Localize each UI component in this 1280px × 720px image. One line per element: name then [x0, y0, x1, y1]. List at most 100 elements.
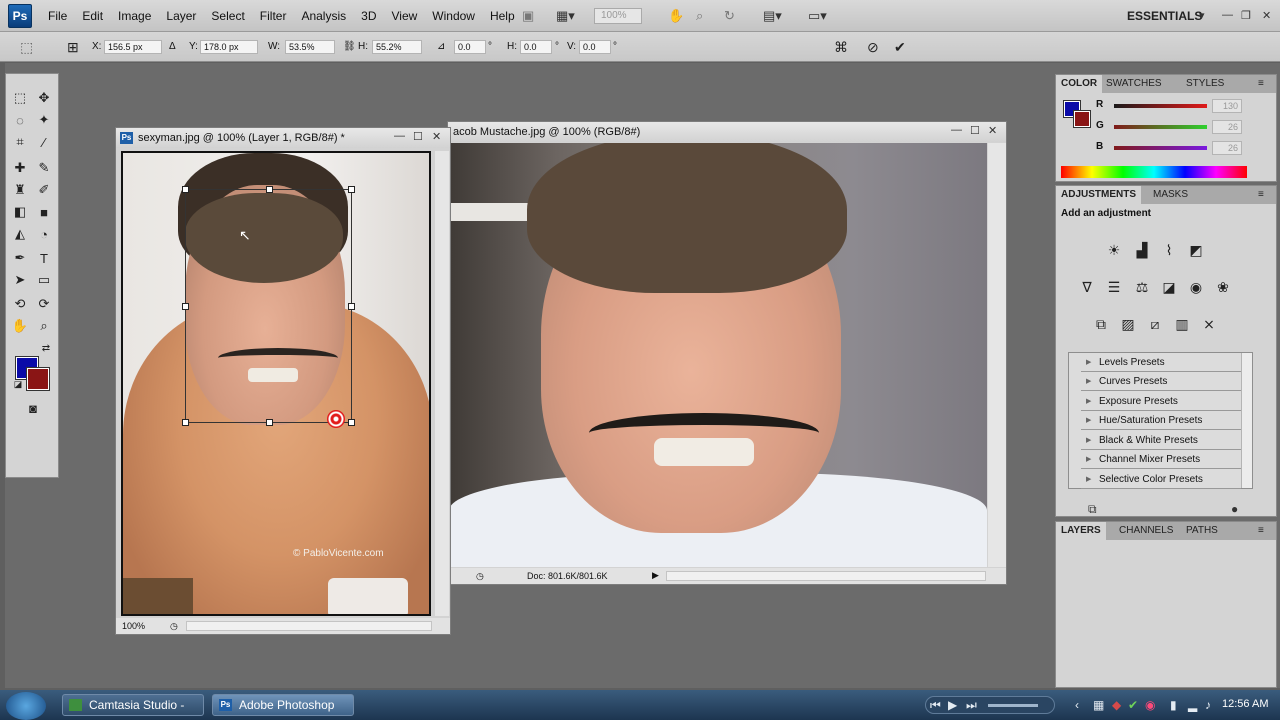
- menu-select[interactable]: Select: [211, 9, 244, 23]
- minimize-doc-button[interactable]: —: [951, 124, 962, 136]
- bridge-icon[interactable]: ▣: [522, 8, 534, 24]
- preset-hue-saturation[interactable]: Hue/Saturation Presets: [1081, 411, 1241, 430]
- menu-filter[interactable]: Filter: [260, 9, 287, 23]
- black-white-icon[interactable]: ◪: [1159, 277, 1179, 297]
- quick-mask-icon[interactable]: ◙: [23, 398, 43, 418]
- blur-tool-icon[interactable]: ◭: [10, 224, 30, 244]
- vibrance-icon[interactable]: ∇: [1077, 277, 1097, 297]
- transform-handle-bottom-right[interactable]: [348, 419, 355, 426]
- clip-to-layer-icon[interactable]: ⧉: [1088, 502, 1097, 517]
- transform-bounding-box[interactable]: [182, 186, 355, 426]
- show-hidden-icons-icon[interactable]: ‹: [1075, 698, 1079, 712]
- tab-swatches[interactable]: SWATCHES: [1101, 75, 1167, 93]
- commit-transform-icon[interactable]: ✔: [894, 39, 906, 56]
- presets-scrollbar[interactable]: [1241, 353, 1252, 488]
- blue-slider[interactable]: B 26: [1064, 141, 1274, 157]
- sexyman-photo[interactable]: © PabloVicente.com ↖: [121, 151, 431, 616]
- x-position-field[interactable]: 156.5 px: [104, 40, 162, 54]
- threshold-icon[interactable]: ⧄: [1145, 314, 1165, 334]
- panel-menu-icon[interactable]: ≡: [1253, 522, 1269, 540]
- vertical-scrollbar[interactable]: [988, 143, 1006, 567]
- volume-slider[interactable]: [988, 704, 1038, 707]
- arrange-documents-icon[interactable]: ▤▾: [763, 8, 782, 24]
- tab-paths[interactable]: PATHS: [1181, 522, 1223, 540]
- panel-menu-icon[interactable]: ≡: [1253, 186, 1269, 204]
- battery-tray-icon[interactable]: ▮: [1170, 698, 1177, 712]
- photo-filter-icon[interactable]: ◉: [1186, 277, 1206, 297]
- preset-selective-color[interactable]: Selective Color Presets: [1081, 470, 1241, 489]
- posterize-icon[interactable]: ▨: [1118, 314, 1138, 334]
- tool-preset-icon[interactable]: ⬚: [20, 39, 33, 56]
- hue-saturation-icon[interactable]: ☰: [1104, 277, 1124, 297]
- transform-handle-left[interactable]: [182, 303, 189, 310]
- 3d-orbit-tool-icon[interactable]: ⟳: [34, 294, 54, 314]
- brush-tool-icon[interactable]: ✎: [34, 158, 54, 178]
- menu-image[interactable]: Image: [118, 9, 151, 23]
- close-doc-button[interactable]: ✕: [988, 124, 997, 137]
- exposure-icon[interactable]: ◩: [1186, 240, 1206, 260]
- document-window-mustache[interactable]: acob Mustache.jpg @ 100% (RGB/8#) — ☐ ✕ …: [447, 121, 1007, 585]
- rotate-view-icon[interactable]: ↻: [724, 8, 735, 24]
- menu-window[interactable]: Window: [432, 9, 475, 23]
- eraser-tool-icon[interactable]: ◧: [10, 202, 30, 222]
- marquee-tool-icon[interactable]: ⬚: [10, 88, 30, 108]
- healing-brush-tool-icon[interactable]: ✚: [10, 158, 30, 178]
- green-value-field[interactable]: 26: [1212, 120, 1242, 134]
- swap-colors-icon[interactable]: ⇄: [36, 338, 56, 358]
- maximize-doc-button[interactable]: ☐: [970, 124, 980, 137]
- red-slider[interactable]: R 130: [1064, 99, 1274, 115]
- vertical-skew-field[interactable]: 0.0: [579, 40, 611, 54]
- preset-black-white[interactable]: Black & White Presets: [1081, 431, 1241, 450]
- preset-curves[interactable]: Curves Presets: [1081, 372, 1241, 391]
- gradient-tool-icon[interactable]: ■: [34, 202, 54, 222]
- height-field[interactable]: 55.2%: [372, 40, 422, 54]
- panel-menu-icon[interactable]: ≡: [1253, 75, 1269, 93]
- dodge-tool-icon[interactable]: ◔: [34, 224, 54, 244]
- signal-tray-icon[interactable]: ▂: [1188, 698, 1197, 712]
- minimize-doc-button[interactable]: —: [394, 130, 405, 142]
- angle-field[interactable]: 0.0: [454, 40, 486, 54]
- app-tray-icon[interactable]: ◉: [1145, 698, 1155, 712]
- transform-handle-top-right[interactable]: [348, 186, 355, 193]
- cancel-transform-icon[interactable]: ⊘: [867, 39, 879, 56]
- tab-styles[interactable]: STYLES: [1181, 75, 1229, 93]
- system-clock[interactable]: 12:56 AM: [1222, 698, 1268, 710]
- width-field[interactable]: 53.5%: [285, 40, 335, 54]
- zoom-tool-icon[interactable]: ⌕: [34, 316, 54, 336]
- close-app-button[interactable]: ✕: [1262, 9, 1271, 22]
- y-position-field[interactable]: 178.0 px: [200, 40, 258, 54]
- maximize-doc-button[interactable]: ☐: [413, 130, 423, 143]
- transform-handle-bottom-left[interactable]: [182, 419, 189, 426]
- mustache-photo[interactable]: [449, 143, 987, 567]
- red-value-field[interactable]: 130: [1212, 99, 1242, 113]
- path-selection-tool-icon[interactable]: ➤: [10, 270, 30, 290]
- move-tool-icon[interactable]: ✥: [34, 88, 54, 108]
- crop-tool-icon[interactable]: ⌗: [10, 132, 30, 152]
- tab-color[interactable]: COLOR: [1056, 75, 1103, 93]
- transform-handle-bottom[interactable]: [266, 419, 273, 426]
- menu-help[interactable]: Help: [490, 9, 515, 23]
- zoom-status[interactable]: 100%: [122, 621, 145, 631]
- start-button[interactable]: [6, 692, 46, 720]
- type-tool-icon[interactable]: T: [34, 248, 54, 268]
- close-doc-button[interactable]: ✕: [432, 130, 441, 143]
- warp-mode-icon[interactable]: ⌘: [834, 39, 848, 56]
- color-balance-icon[interactable]: ⚖: [1132, 277, 1152, 297]
- channel-mixer-icon[interactable]: ❀: [1213, 277, 1233, 297]
- 3d-rotate-tool-icon[interactable]: ⟲: [10, 294, 30, 314]
- magic-wand-tool-icon[interactable]: ✦: [34, 110, 54, 130]
- document-title[interactable]: acob Mustache.jpg @ 100% (RGB/8#): [448, 122, 1006, 142]
- security-tray-icon[interactable]: ✔: [1128, 698, 1138, 712]
- horizontal-scrollbar[interactable]: [186, 621, 432, 631]
- previous-track-icon[interactable]: ⏮: [930, 698, 941, 713]
- hand-tool-icon[interactable]: ✋: [668, 8, 684, 24]
- network-tray-icon[interactable]: ▦: [1093, 698, 1104, 712]
- shape-tool-icon[interactable]: ▭: [34, 270, 54, 290]
- link-icon[interactable]: ⛓: [343, 41, 356, 52]
- adjustment-options-icon[interactable]: ●: [1231, 502, 1238, 516]
- status-icon[interactable]: ◷: [476, 571, 484, 582]
- zoom-level-field[interactable]: 100%: [594, 8, 642, 24]
- menu-3d[interactable]: 3D: [361, 9, 376, 23]
- clone-stamp-tool-icon[interactable]: ♜: [10, 180, 30, 200]
- status-icon[interactable]: ◷: [170, 621, 178, 632]
